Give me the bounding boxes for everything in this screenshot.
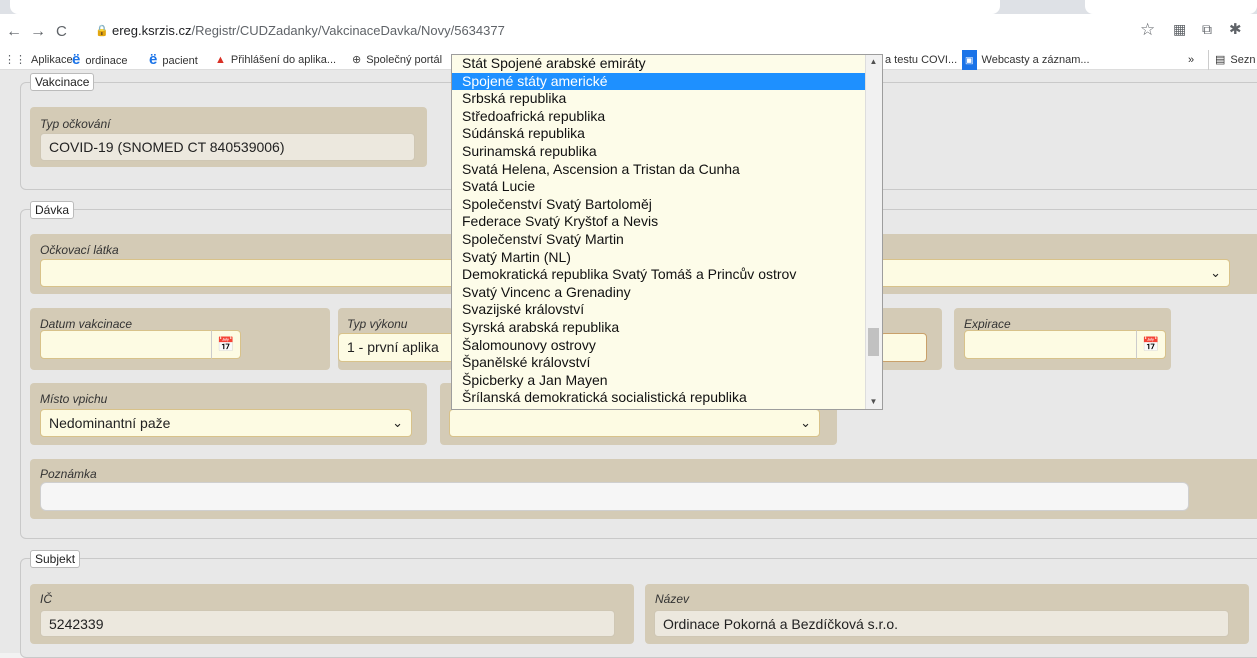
scroll-up-icon[interactable]: ▲	[865, 55, 882, 69]
bookmark-covid-test[interactable]: a testu COVI...	[885, 50, 957, 70]
typ-ockovani-field: COVID-19 (SNOMED CT 840539006)	[40, 133, 415, 161]
reading-list-label: Sezn	[1230, 54, 1256, 66]
chevron-down-icon: ⌄	[1210, 265, 1221, 280]
dropdown-option[interactable]: Syrská arabská republika	[452, 319, 866, 337]
bookmark-portal[interactable]: ⊕ Společný portál	[352, 50, 442, 70]
bookmark-prihlaseni[interactable]: ▲ Přihlášení do aplika...	[215, 50, 336, 70]
apps-icon: ⋮⋮	[4, 54, 26, 66]
typ-vykonu-select[interactable]: 1 - první aplika	[338, 333, 458, 362]
more-bookmarks[interactable]: »	[1188, 50, 1194, 70]
scroll-down-icon[interactable]: ▼	[865, 395, 882, 409]
label-datum-vakcinace: Datum vakcinace	[40, 317, 133, 331]
dropdown-option[interactable]: Šrílanská demokratická socialistická rep…	[452, 389, 866, 407]
reload-icon[interactable]: C	[56, 14, 67, 50]
dropdown-option[interactable]: Súdánská republika	[452, 125, 866, 143]
reading-list[interactable]: ▤ Sezn	[1208, 50, 1255, 70]
video-icon: ▣	[962, 50, 977, 70]
hidden-field[interactable]	[880, 333, 927, 362]
dropdown-option[interactable]: Společenství Svatý Bartoloměj	[452, 196, 866, 214]
dropdown-option[interactable]: Středoafrická republika	[452, 108, 866, 126]
bookmark-label: ordinace	[85, 55, 128, 67]
active-tab[interactable]	[10, 0, 1000, 14]
forward-icon[interactable]: →	[30, 14, 46, 50]
ic-field: 5242339	[40, 610, 615, 637]
label-ockovaci-latka: Očkovací látka	[40, 243, 119, 257]
dropdown-option[interactable]: Špicberky a Jan Mayen	[452, 372, 866, 390]
chevron-down-icon: ⌄	[392, 415, 403, 430]
bookmark-aplikace[interactable]: ⋮⋮ Aplikace	[4, 50, 73, 70]
dropdown-option[interactable]: Federace Svatý Kryštof a Nevis	[452, 213, 866, 231]
misto-vpichu-select[interactable]: Nedominantní paže ⌄	[40, 409, 412, 437]
calendar-icon[interactable]: 📅	[1136, 330, 1166, 359]
dropdown-option[interactable]: Surinamská republika	[452, 143, 866, 161]
nazev-field: Ordinace Pokorná a Bezdíčková s.r.o.	[654, 610, 1229, 637]
datum-vakcinace-input[interactable]	[40, 330, 212, 359]
dropdown-option[interactable]: Demokratická republika Svatý Tomáš a Pri…	[452, 266, 866, 284]
bookmark-label: Webcasty a záznam...	[981, 54, 1090, 66]
dropdown-option[interactable]: Svatý Vincenc a Grenadiny	[452, 284, 866, 302]
lock-icon[interactable]: 🔒	[95, 21, 109, 41]
url-path: /Registr/CUDZadanky/VakcinaceDavka/Novy/…	[191, 23, 505, 38]
site-icon: ë	[72, 51, 81, 68]
legend-subjekt: Subjekt	[30, 550, 81, 568]
bookmark-ordinace[interactable]: ë ordinace	[72, 50, 128, 71]
label-typ-vykonu: Typ výkonu	[347, 317, 408, 331]
back-icon[interactable]: ←	[6, 14, 22, 50]
bookmark-pacient[interactable]: ë pacient	[149, 50, 198, 71]
legend-davka: Dávka	[30, 201, 75, 219]
dropdown-option[interactable]: Spojené státy americké	[452, 72, 866, 91]
dropdown-option[interactable]: Stát Spojené arabské emiráty	[452, 55, 866, 73]
globe-icon: ⊕	[352, 54, 362, 66]
puzzle-icon[interactable]: ✱	[1229, 20, 1242, 38]
country-select[interactable]: ⌄	[449, 409, 820, 437]
bookmark-label: Přihlášení do aplika...	[230, 54, 337, 66]
label-expirace: Expirace	[964, 317, 1011, 331]
country-dropdown-list[interactable]: Stát Spojené arabské emiráty Spojené stát…	[451, 54, 883, 410]
label-misto-vpichu: Místo vpichu	[40, 392, 108, 406]
star-icon[interactable]: ☆	[1140, 20, 1155, 40]
dropdown-option[interactable]: Srbská republika	[452, 90, 866, 108]
dropdown-option[interactable]: Svazijské království	[452, 301, 866, 319]
dropdown-option[interactable]: Svatý Martin (NL)	[452, 249, 866, 267]
extension-icon[interactable]: ▦	[1173, 21, 1186, 38]
label-nazev: Název	[655, 592, 690, 606]
site-icon: ë	[149, 51, 158, 68]
bookmark-label: Společný portál	[366, 54, 443, 66]
bookmark-label: a testu COVI...	[885, 54, 958, 66]
misto-vpichu-value: Nedominantní paže	[49, 415, 171, 431]
bookmark-label: Aplikace	[31, 54, 73, 66]
dropdown-option[interactable]: Svatá Helena, Ascension a Tristan da Cun…	[452, 161, 866, 179]
label-poznamka: Poznámka	[40, 467, 97, 481]
expirace-input[interactable]	[964, 330, 1137, 359]
tab-strip-right	[1085, 0, 1257, 14]
dropdown-option[interactable]: Španělské království	[452, 354, 866, 372]
dropdown-option[interactable]: Společenství Svatý Martin	[452, 231, 866, 249]
chevron-down-icon: ⌄	[800, 415, 811, 430]
bookmark-label: pacient	[162, 55, 198, 67]
url-domain: ereg.ksrzis.cz	[112, 23, 192, 38]
legend-vakcinace: Vakcinace	[30, 73, 95, 91]
extension-icon[interactable]: ⧉	[1202, 21, 1212, 38]
dropdown-option[interactable]: Šalomounovy ostrovy	[452, 337, 866, 355]
calendar-icon[interactable]: 📅	[211, 330, 241, 359]
dropdown-option[interactable]: Svatá Lucie	[452, 178, 866, 196]
reading-list-icon: ▤	[1215, 54, 1226, 66]
url-text[interactable]: ereg.ksrzis.cz/Registr/CUDZadanky/Vakcin…	[112, 21, 505, 41]
label-ic: IČ	[40, 592, 52, 606]
scroll-thumb[interactable]	[868, 328, 879, 356]
warning-icon: ▲	[215, 54, 226, 66]
label-typ-ockovani: Typ očkování	[40, 117, 111, 131]
bookmark-webcasty[interactable]: ▣ Webcasty a záznam...	[962, 50, 1090, 70]
poznamka-input[interactable]	[40, 482, 1189, 511]
